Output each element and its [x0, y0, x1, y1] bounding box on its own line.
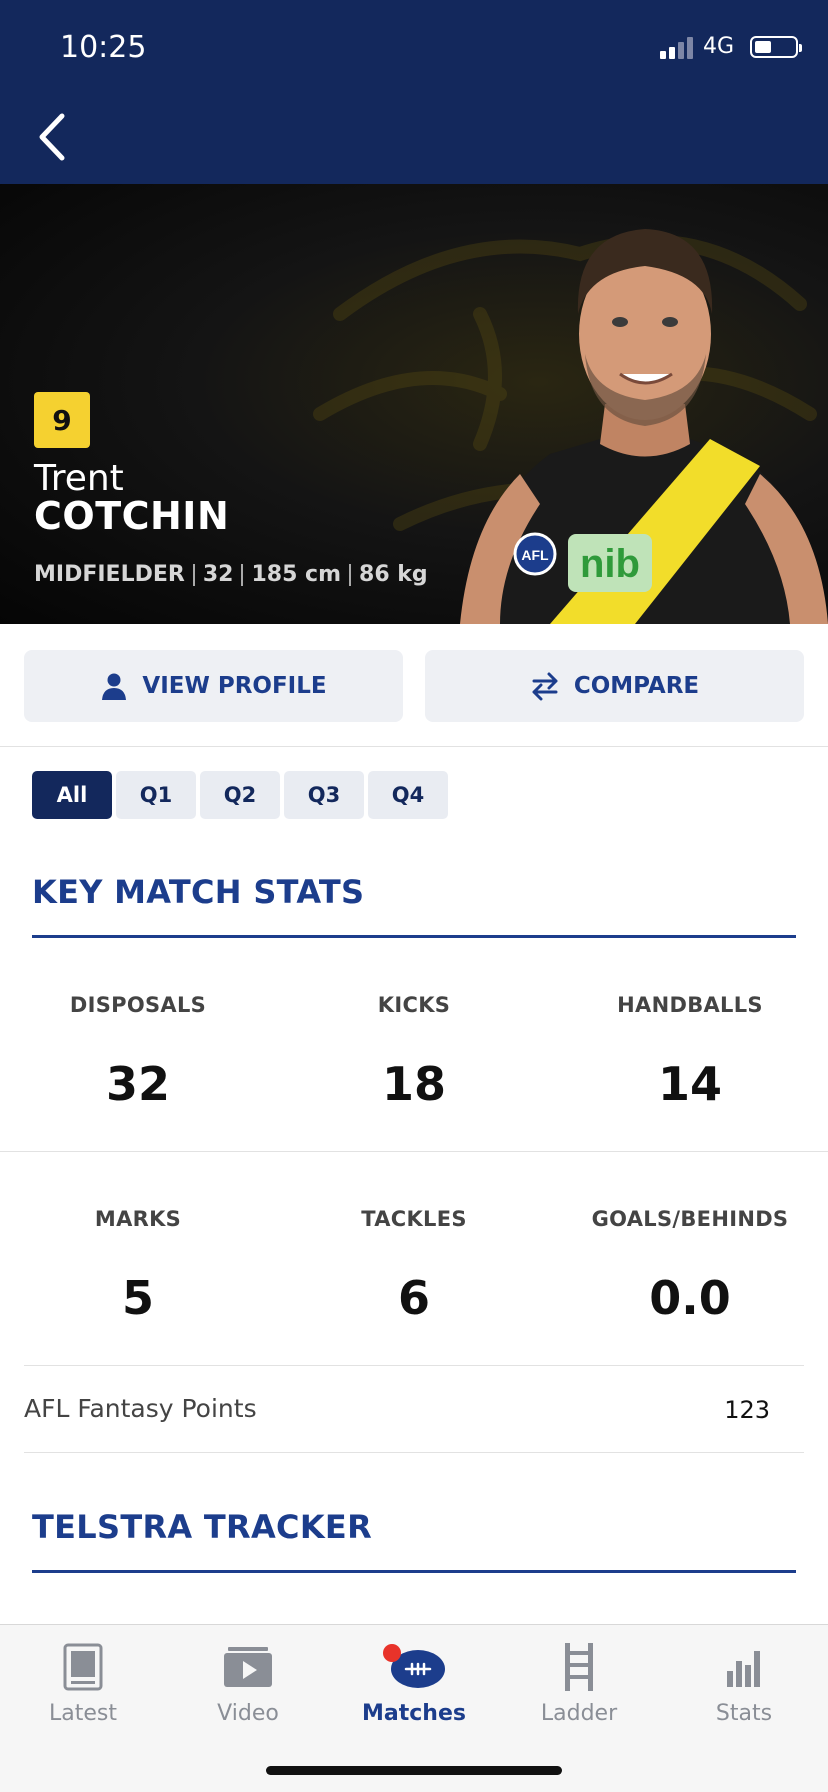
signal-icon — [659, 35, 693, 59]
nav-stats[interactable]: Stats — [679, 1639, 809, 1726]
player-actions: VIEW PROFILE COMPARE — [24, 650, 804, 722]
tab-q3[interactable]: Q3 — [284, 771, 364, 819]
stat-label: DISPOSALS — [69, 993, 207, 1017]
section-underline — [32, 935, 796, 938]
nav-label: Matches — [362, 1701, 466, 1726]
stat-label: MARKS — [94, 1207, 182, 1231]
swap-arrows-icon — [532, 672, 558, 701]
football-icon — [383, 1644, 445, 1688]
nav-latest[interactable]: Latest — [18, 1639, 148, 1726]
ladder-icon — [565, 1643, 593, 1691]
divider — [24, 1365, 804, 1366]
view-profile-button[interactable]: VIEW PROFILE — [24, 650, 403, 722]
compare-label: COMPARE — [573, 673, 700, 699]
player-last-name: COTCHIN — [34, 494, 230, 538]
stat-value: 14 — [657, 1057, 722, 1111]
stat-value: 6 — [397, 1271, 430, 1325]
nav-label: Video — [217, 1701, 279, 1726]
svg-text:AFL: AFL — [521, 547, 549, 563]
fantasy-points-value: 123 — [724, 1396, 770, 1424]
section-underline — [32, 1570, 796, 1573]
chevron-left-icon — [39, 113, 65, 161]
back-button[interactable] — [34, 112, 74, 162]
player-photo: AFL nib — [460, 229, 828, 624]
player-age: 32 — [202, 562, 234, 587]
bar-chart-icon — [727, 1651, 760, 1687]
player-details: MIDFIELDER 32 185 cm 86 kg — [34, 562, 428, 587]
stat-kicks: KICKS 18 — [276, 993, 552, 1111]
divider — [24, 1452, 804, 1453]
status-time: 10:25 — [60, 30, 147, 65]
player-position: MIDFIELDER — [34, 562, 185, 587]
person-icon — [102, 673, 127, 700]
tab-all[interactable]: All — [32, 771, 112, 819]
player-first-name: Trent — [34, 458, 124, 499]
telstra-tracker-title: TELSTRA TRACKER — [32, 1508, 373, 1546]
divider — [0, 746, 828, 747]
notification-dot — [383, 1644, 401, 1662]
network-type: 4G — [702, 34, 734, 59]
top-bar: 10:25 4G — [0, 0, 828, 184]
stat-value: 0.0 — [649, 1271, 731, 1325]
svg-text:nib: nib — [580, 542, 640, 586]
view-profile-label: VIEW PROFILE — [142, 673, 327, 699]
fantasy-points-label: AFL Fantasy Points — [24, 1394, 257, 1423]
nav-video[interactable]: Video — [183, 1639, 313, 1726]
status-indicators: 4G — [659, 34, 802, 59]
tab-q1[interactable]: Q1 — [116, 771, 196, 819]
nav-matches[interactable]: Matches — [349, 1639, 479, 1726]
battery-icon — [750, 35, 802, 58]
stat-label: HANDBALLS — [617, 993, 763, 1017]
stat-label: KICKS — [377, 993, 451, 1017]
meta-separator — [349, 563, 352, 586]
player-hero: AFL nib 9 Trent COTCHIN MIDFIELDER 32 18… — [0, 184, 828, 624]
stat-value: 32 — [105, 1057, 170, 1111]
video-icon — [224, 1647, 272, 1687]
meta-separator — [192, 563, 195, 586]
stat-value: 18 — [381, 1057, 446, 1111]
compare-button[interactable]: COMPARE — [425, 650, 804, 722]
stat-disposals: DISPOSALS 32 — [0, 993, 276, 1111]
tab-q4[interactable]: Q4 — [368, 771, 448, 819]
home-indicator — [266, 1766, 562, 1775]
meta-separator — [241, 563, 244, 586]
nav-label: Stats — [715, 1701, 773, 1726]
divider — [0, 1151, 828, 1152]
key-match-stats-title: KEY MATCH STATS — [32, 873, 365, 911]
stat-label: GOALS/BEHINDS — [591, 1207, 789, 1231]
stat-tackles: TACKLES 6 — [276, 1207, 552, 1325]
tab-q2[interactable]: Q2 — [200, 771, 280, 819]
news-icon — [63, 1643, 103, 1691]
jersey-number-badge: 9 — [34, 392, 90, 448]
stat-goals-behinds: GOALS/BEHINDS 0.0 — [552, 1207, 828, 1325]
player-height: 185 cm — [251, 562, 342, 587]
nav-label: Latest — [49, 1701, 117, 1726]
stat-marks: MARKS 5 — [0, 1207, 276, 1325]
player-weight: 86 kg — [359, 562, 428, 587]
stat-label: TACKLES — [361, 1207, 467, 1231]
stat-handballs: HANDBALLS 14 — [552, 993, 828, 1111]
nav-ladder[interactable]: Ladder — [514, 1639, 644, 1726]
stat-value: 5 — [121, 1271, 154, 1325]
nav-label: Ladder — [540, 1701, 618, 1726]
quarter-tabs: All Q1 Q2 Q3 Q4 — [32, 771, 448, 819]
